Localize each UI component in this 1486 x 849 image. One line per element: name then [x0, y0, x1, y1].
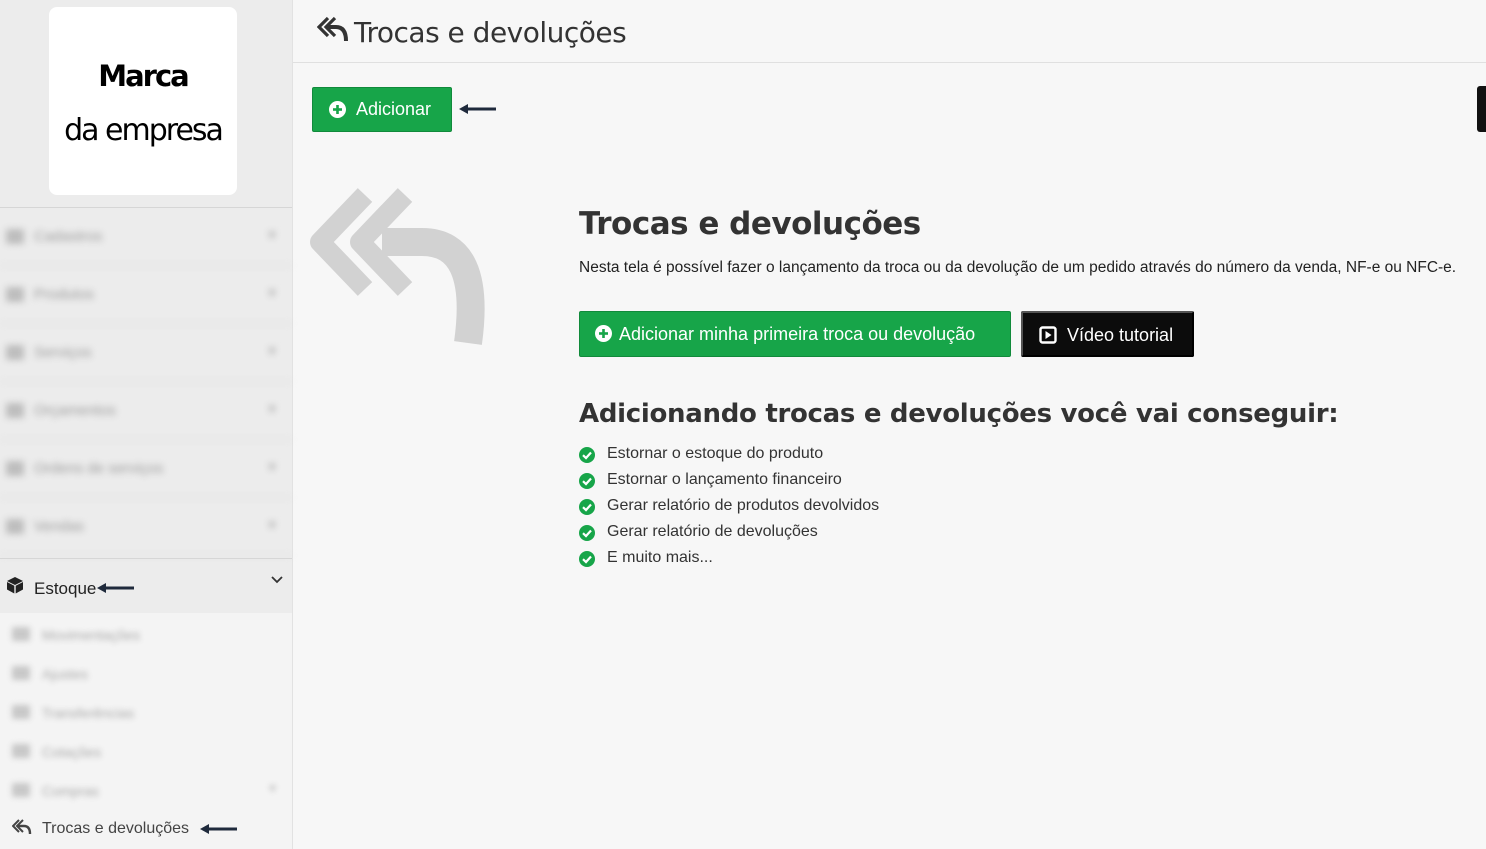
check-circle-icon [579, 499, 595, 520]
add-first-return-label: Adicionar minha primeira troca ou devolu… [619, 324, 976, 344]
logo-text-line2: da empresa [64, 113, 224, 148]
benefits-list: Estornar o estoque do produto Estornar o… [579, 445, 879, 575]
chevron-down-icon: ▼ [266, 286, 278, 300]
sidebar-item-label: Vendas [34, 518, 85, 535]
check-circle-icon [579, 447, 595, 468]
sidebar-item-servicos[interactable]: Serviços ▼ [0, 324, 292, 382]
annotation-arrow-icon [97, 581, 135, 599]
barcode-icon [6, 287, 24, 302]
chevron-down-icon: ▼ [266, 228, 278, 242]
add-button[interactable]: Adicionar [312, 87, 452, 132]
reply-all-icon [316, 15, 349, 48]
submenu-item-label: Compras [42, 783, 99, 799]
sidebar-item-label: Orçamentos [34, 402, 116, 419]
truck-icon [12, 705, 30, 719]
benefit-text: Estornar o estoque do produto [607, 445, 824, 462]
section-description: Nesta tela é possível fazer o lançamento… [579, 259, 1457, 276]
benefit-text: Gerar relatório de devoluções [607, 523, 818, 540]
benefit-item: Estornar o lançamento financeiro [579, 471, 879, 497]
logo-text-line1: Marca [98, 59, 190, 93]
play-square-icon [1039, 326, 1057, 349]
help-button-edge[interactable] [1477, 86, 1486, 132]
sidebar-item-orcamentos[interactable]: Orçamentos ▼ [0, 382, 292, 440]
submenu-item-compras[interactable]: Compras ▼ [0, 771, 292, 810]
tools-icon [6, 461, 24, 476]
submenu-item-ajustes[interactable]: Ajustes [0, 654, 292, 693]
add-button-label: Adicionar [356, 99, 432, 119]
sidebar-item-label: Serviços [34, 344, 92, 361]
document-icon [12, 744, 30, 758]
sidebar-item-produtos[interactable]: Produtos ▼ [0, 266, 292, 324]
reply-all-illustration-icon [310, 185, 490, 352]
id-card-icon [6, 229, 24, 244]
page-header: Trocas e devoluções [293, 0, 1486, 63]
check-circle-icon [579, 473, 595, 494]
video-tutorial-label: Vídeo tutorial [1067, 325, 1174, 345]
video-tutorial-button[interactable]: Vídeo tutorial [1021, 311, 1194, 357]
sidebar-menu: Cadastros ▼ Produtos ▼ Serviços ▼ Orçame… [0, 208, 292, 556]
plus-circle-icon [329, 101, 346, 123]
submenu-item-label: Movimentações [42, 627, 141, 643]
submenu-item-label: Trocas e devoluções [42, 820, 190, 837]
sidebar-item-cadastros[interactable]: Cadastros ▼ [0, 208, 292, 266]
wrench-icon [6, 345, 24, 360]
benefit-item: Gerar relatório de devoluções [579, 523, 879, 549]
sidebar: Marca da empresa Cadastros ▼ Produtos ▼ … [0, 0, 293, 849]
sliders-icon [12, 666, 30, 680]
benefit-text: E muito mais... [607, 549, 713, 566]
submenu-item-label: Ajustes [42, 666, 88, 682]
annotation-arrow-icon [200, 822, 238, 840]
sidebar-item-label: Cadastros [34, 228, 103, 245]
add-first-return-button[interactable]: Adicionar minha primeira troca ou devolu… [579, 311, 1011, 357]
section-heading: Trocas e devoluções [579, 206, 921, 242]
chevron-down-icon: ▼ [266, 344, 278, 358]
annotation-arrow-icon [459, 102, 497, 120]
chevron-down-icon: ▼ [266, 460, 278, 474]
reply-all-icon [11, 818, 32, 841]
benefits-heading: Adicionando trocas e devoluções você vai… [579, 399, 1339, 429]
logo-area: Marca da empresa [0, 0, 292, 208]
submenu-item-trocas-e-devolucoes[interactable]: Trocas e devoluções [0, 813, 292, 849]
check-circle-icon [579, 551, 595, 572]
edit-icon [12, 627, 30, 641]
benefit-text: Estornar o lançamento financeiro [607, 471, 842, 488]
benefit-item: E muito mais... [579, 549, 879, 575]
sidebar-item-label: Ordens de serviços [34, 460, 164, 477]
chevron-down-icon: ▼ [266, 402, 278, 416]
sidebar-item-label: Estoque [34, 579, 97, 598]
benefit-item: Gerar relatório de produtos devolvidos [579, 497, 879, 523]
cart-icon [6, 519, 24, 534]
submenu-item-label: Cotações [42, 744, 102, 760]
cube-icon [6, 576, 24, 599]
sidebar-item-label: Produtos [34, 286, 95, 303]
check-circle-icon [579, 525, 595, 546]
chevron-down-icon: ▼ [267, 783, 278, 795]
benefit-item: Estornar o estoque do produto [579, 445, 879, 471]
sidebar-item-estoque[interactable]: Estoque [0, 558, 292, 613]
submenu-item-transferencias[interactable]: Transferências [0, 693, 292, 732]
company-logo[interactable]: Marca da empresa [49, 7, 237, 195]
sidebar-item-ordens-de-servicos[interactable]: Ordens de serviços ▼ [0, 440, 292, 498]
bag-icon [12, 783, 30, 797]
submenu-item-movimentacoes[interactable]: Movimentações [0, 615, 292, 654]
submenu-item-label: Transferências [42, 705, 135, 721]
calculator-icon [6, 403, 24, 418]
plus-circle-icon [595, 325, 612, 347]
chevron-down-icon: ▼ [266, 518, 278, 532]
submenu-item-cotacoes[interactable]: Cotações [0, 732, 292, 771]
sidebar-item-vendas[interactable]: Vendas ▼ [0, 498, 292, 556]
page-title: Trocas e devoluções [354, 16, 627, 49]
chevron-down-icon [270, 573, 284, 592]
benefit-text: Gerar relatório de produtos devolvidos [607, 497, 880, 514]
